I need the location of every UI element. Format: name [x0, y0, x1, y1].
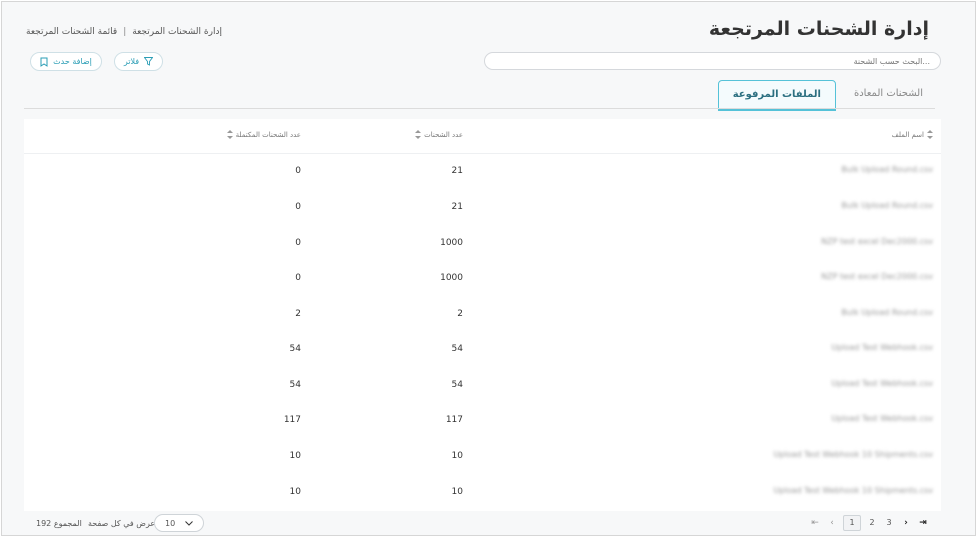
column-header-completed-count[interactable]: عدد الشحنات المكتملة — [226, 130, 301, 139]
total-count: المجموع 192 — [36, 519, 82, 528]
filter-button[interactable]: فلاتر — [114, 52, 163, 71]
tab-bar: الشحنات المعادة الملفات المرفوعة — [717, 80, 935, 111]
file-name-cell: Upload Test Webhook 10 Shipments.csv — [773, 450, 933, 459]
file-name-cell: Bulk Upload Round.csv — [841, 201, 933, 210]
app-frame: إدارة الشحنات المرتجعة قائمة الشحنات الم… — [1, 1, 976, 536]
table-row[interactable]: Bulk Upload Round.csv 2 2 — [24, 296, 941, 332]
shipments-count-cell: 21 — [451, 166, 463, 176]
breadcrumb-separator: | — [123, 27, 127, 37]
next-page-icon[interactable]: › — [900, 516, 912, 530]
completed-count-cell: 0 — [295, 273, 301, 283]
column-header-file-name[interactable]: اسم الملف — [892, 130, 933, 139]
shipments-count-cell: 54 — [451, 344, 463, 354]
file-name-cell: Upload Test Webhook.csv — [831, 414, 933, 423]
table-row[interactable]: Upload Test Webhook.csv 54 54 — [24, 367, 941, 403]
search-input[interactable] — [484, 52, 941, 70]
completed-count-cell: 0 — [295, 166, 301, 176]
add-event-button[interactable]: إضافة حدث — [30, 52, 102, 71]
file-name-cell: Upload Test Webhook.csv — [831, 343, 933, 352]
page-1[interactable]: 1 — [843, 515, 861, 531]
page-3[interactable]: 3 — [883, 516, 895, 530]
uploaded-files-table: اسم الملف عدد الشحنات عدد الشحنات المكتم… — [24, 119, 941, 511]
completed-count-cell: 54 — [289, 344, 301, 354]
file-name-cell: Bulk Upload Round.csv — [841, 308, 933, 317]
table-row[interactable]: Upload Test Webhook 10 Shipments.csv 10 … — [24, 474, 941, 510]
tab-divider — [24, 108, 935, 109]
file-name-cell: NZP test excel Dec2000.csv — [821, 237, 933, 246]
table-header: اسم الملف عدد الشحنات عدد الشحنات المكتم… — [24, 119, 941, 154]
per-page-label: عرض في كل صفحة — [88, 519, 156, 528]
sort-icon — [415, 130, 422, 139]
per-page-select[interactable]: 10 — [154, 514, 204, 532]
completed-count-cell: 54 — [289, 380, 301, 390]
first-page-icon[interactable]: ⇤ — [809, 516, 821, 530]
shipments-count-cell: 1000 — [440, 273, 463, 283]
file-name-cell: NZP test excel Dec2000.csv — [821, 272, 933, 281]
page-2[interactable]: 2 — [866, 516, 878, 530]
shipments-count-cell: 117 — [445, 415, 463, 425]
completed-count-cell: 10 — [289, 487, 301, 497]
completed-count-cell: 0 — [295, 238, 301, 248]
table-row[interactable]: Upload Test Webhook.csv 117 117 — [24, 402, 941, 438]
breadcrumb-item-management[interactable]: إدارة الشحنات المرتجعة — [132, 27, 222, 37]
previous-page-icon[interactable]: ‹ — [826, 516, 838, 530]
shipments-count-cell: 1000 — [440, 238, 463, 248]
file-name-cell: Upload Test Webhook 10 Shipments.csv — [773, 486, 933, 495]
shipments-count-cell: 21 — [451, 202, 463, 212]
page-title: إدارة الشحنات المرتجعة — [708, 18, 929, 40]
filter-label: فلاتر — [123, 57, 140, 66]
file-name-cell: Bulk Upload Round.csv — [841, 165, 933, 174]
tab-uploaded-files[interactable]: الملفات المرفوعة — [717, 80, 836, 111]
completed-count-cell: 2 — [295, 309, 301, 319]
filter-icon — [144, 57, 154, 66]
completed-count-cell: 0 — [295, 202, 301, 212]
column-header-shipments-count[interactable]: عدد الشحنات — [415, 130, 463, 139]
completed-count-cell: 117 — [283, 415, 301, 425]
table-row[interactable]: Bulk Upload Round.csv 21 0 — [24, 189, 941, 225]
breadcrumb-item-list[interactable]: قائمة الشحنات المرتجعة — [26, 27, 117, 37]
sort-icon — [927, 130, 933, 139]
table-row[interactable]: Upload Test Webhook 10 Shipments.csv 10 … — [24, 438, 941, 474]
completed-count-cell: 10 — [289, 451, 301, 461]
pagination: ⇤ ‹ 1 2 3 › ⇥ — [809, 515, 929, 531]
table-row[interactable]: NZP test excel Dec2000.csv 1000 0 — [24, 225, 941, 261]
per-page-value: 10 — [165, 518, 176, 528]
sort-icon — [226, 130, 233, 139]
last-page-icon[interactable]: ⇥ — [917, 516, 929, 530]
file-name-cell: Upload Test Webhook.csv — [831, 379, 933, 388]
add-event-label: إضافة حدث — [53, 57, 92, 66]
table-footer: المجموع 192 عرض في كل صفحة 10 ⇤ ‹ 1 2 3 … — [24, 511, 941, 537]
breadcrumb: قائمة الشحنات المرتجعة | إدارة الشحنات ا… — [26, 27, 222, 37]
table-row[interactable]: Upload Test Webhook.csv 54 54 — [24, 331, 941, 367]
tab-returned-shipments[interactable]: الشحنات المعادة — [842, 80, 935, 111]
shipments-count-cell: 2 — [457, 309, 463, 319]
table-row[interactable]: NZP test excel Dec2000.csv 1000 0 — [24, 260, 941, 296]
bookmark-icon — [40, 57, 48, 67]
shipments-count-cell: 10 — [451, 487, 463, 497]
shipments-count-cell: 10 — [451, 451, 463, 461]
shipments-count-cell: 54 — [451, 380, 463, 390]
chevron-down-icon — [185, 520, 193, 526]
table-row[interactable]: Bulk Upload Round.csv 21 0 — [24, 153, 941, 189]
